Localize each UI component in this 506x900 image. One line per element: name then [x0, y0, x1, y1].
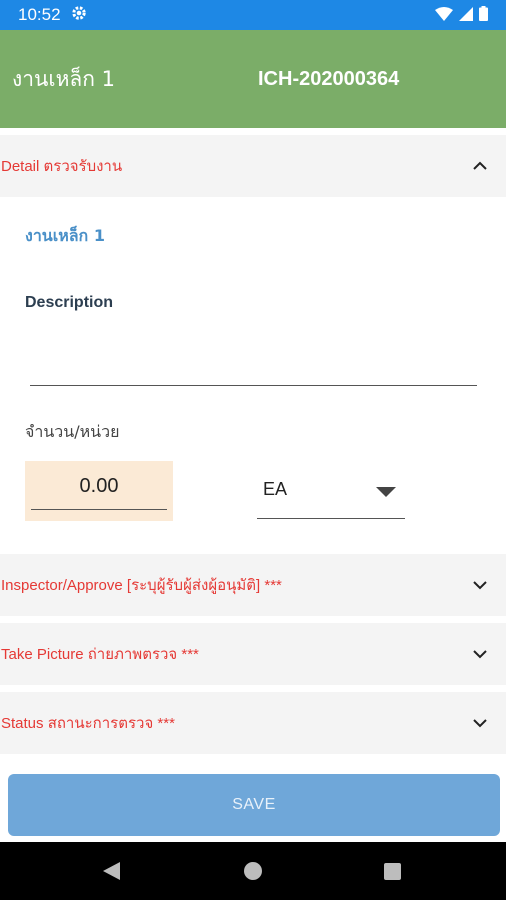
quantity-underline	[31, 509, 167, 510]
chevron-down-icon	[470, 644, 490, 664]
unit-underline	[257, 518, 405, 519]
header-title-left: งานเหล็ก 1	[12, 66, 116, 91]
description-input[interactable]	[30, 323, 477, 385]
header-document-number: ICH-202000364	[258, 67, 400, 90]
status-icons	[435, 5, 488, 25]
signal-icon	[459, 6, 473, 25]
section-status-title: Status สถานะการตรวจ ***	[1, 715, 175, 732]
navigation-bar	[0, 842, 506, 900]
section-take-picture-title: Take Picture ถ่ายภาพตรวจ ***	[1, 646, 199, 663]
caret-down-icon	[376, 487, 396, 497]
wifi-icon	[435, 6, 453, 25]
gear-icon	[71, 5, 87, 25]
quantity-input[interactable]: 0.00	[25, 461, 173, 521]
section-detail-body: งานเหล็ก 1 Description จำนวน/หน่วย 0.00 …	[0, 198, 506, 554]
description-label: Description	[25, 294, 114, 311]
quantity-label: จำนวน/หน่วย	[25, 422, 120, 441]
section-take-picture-header[interactable]: Take Picture ถ่ายภาพตรวจ ***	[0, 623, 506, 685]
description-underline	[30, 385, 477, 386]
app-header: งานเหล็ก 1 ICH-202000364	[0, 30, 506, 128]
battery-icon	[479, 5, 488, 25]
back-icon[interactable]	[103, 862, 120, 880]
quantity-value: 0.00	[79, 475, 119, 497]
unit-value: EA	[263, 479, 288, 499]
section-detail-header[interactable]: Detail ตรวจรับงาน	[0, 135, 506, 197]
section-status-header[interactable]: Status สถานะการตรวจ ***	[0, 692, 506, 754]
status-bar: 10:52	[0, 0, 506, 30]
unit-select[interactable]: EA	[257, 465, 405, 520]
chevron-down-icon	[470, 575, 490, 595]
recents-icon[interactable]	[384, 863, 401, 880]
section-inspector-header[interactable]: Inspector/Approve [ระบุผู้รับผู้ส่งผู้อน…	[0, 554, 506, 616]
item-name: งานเหล็ก 1	[25, 226, 105, 245]
chevron-down-icon	[470, 713, 490, 733]
status-time: 10:52	[18, 5, 61, 24]
chevron-up-icon	[470, 156, 490, 176]
save-button[interactable]: SAVE	[8, 774, 500, 836]
home-icon[interactable]	[244, 862, 262, 880]
section-inspector-title: Inspector/Approve [ระบุผู้รับผู้ส่งผู้อน…	[1, 577, 282, 594]
section-detail-title: Detail ตรวจรับงาน	[1, 158, 123, 175]
